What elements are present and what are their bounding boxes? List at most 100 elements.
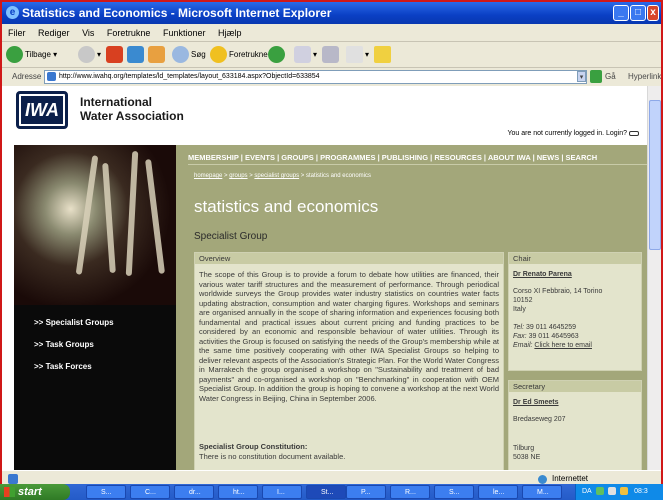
globe-icon: [538, 475, 547, 484]
page-status-icon: [8, 474, 18, 484]
email-link[interactable]: Click here to email: [534, 342, 592, 349]
start-button[interactable]: start: [0, 484, 70, 500]
menu-favorites[interactable]: Foretrukne: [107, 28, 151, 38]
menu-file[interactable]: Filer: [8, 28, 26, 38]
menu-help[interactable]: Hjælp: [218, 28, 242, 38]
chair-name-link[interactable]: Dr Renato Parena: [513, 270, 637, 279]
scrollbar-thumb[interactable]: [649, 100, 661, 250]
overview-text: The scope of this Group is to provide a …: [199, 270, 499, 403]
refresh-button[interactable]: [127, 46, 146, 64]
secretary-address-line3: 5038 NE: [513, 454, 541, 461]
menu-edit[interactable]: Rediger: [38, 28, 70, 38]
secretary-heading: Secretary: [509, 381, 641, 392]
vertical-scrollbar[interactable]: [647, 86, 661, 470]
back-button[interactable]: Tilbage ▾: [6, 46, 57, 64]
nav-resources[interactable]: RESOURCES: [434, 153, 482, 162]
maximize-button[interactable]: □: [630, 5, 646, 21]
back-arrow-icon: [6, 46, 23, 64]
web-page: IWA International Water Association You …: [2, 86, 647, 470]
history-icon: [268, 46, 285, 64]
edit-button[interactable]: ▾: [346, 46, 369, 64]
menu-tools[interactable]: Funktioner: [163, 28, 206, 38]
menu-view[interactable]: Vis: [82, 28, 94, 38]
go-button[interactable]: Gå: [605, 68, 616, 86]
nav-search[interactable]: SEARCH: [566, 153, 598, 162]
top-nav: MEMBERSHIP | EVENTS | GROUPS | PROGRAMME…: [188, 151, 647, 165]
login-status[interactable]: You are not currently logged in. Login?: [507, 130, 639, 137]
address-dropdown-arrow[interactable]: ▾: [577, 71, 586, 82]
tray-icon[interactable]: [620, 487, 629, 496]
history-button[interactable]: [268, 46, 287, 64]
address-label: Adresse: [12, 72, 42, 81]
minimize-button[interactable]: _: [613, 5, 629, 21]
nav-news[interactable]: NEWS: [537, 153, 560, 162]
nav-task-groups[interactable]: >> Task Groups: [34, 340, 114, 349]
stop-button[interactable]: [106, 46, 125, 64]
org-name: International Water Association: [80, 95, 184, 123]
chair-address-line2: 10152: [513, 297, 533, 304]
search-icon: [172, 46, 189, 64]
nav-task-forces[interactable]: >> Task Forces: [34, 362, 114, 371]
taskbar-item[interactable]: dr...: [174, 485, 214, 499]
print-icon: [322, 46, 339, 64]
left-nav: >> Specialist Groups >> Task Groups >> T…: [34, 318, 114, 384]
taskbar-item[interactable]: C...: [130, 485, 170, 499]
left-column: >> Specialist Groups >> Task Groups >> T…: [14, 145, 176, 470]
header-photo: [14, 145, 176, 305]
nav-programmes[interactable]: PROGRAMMES: [320, 153, 375, 162]
page-title: statistics and economics: [194, 197, 379, 216]
taskbar-item[interactable]: I...: [262, 485, 302, 499]
close-button[interactable]: x: [647, 5, 659, 21]
address-input[interactable]: http://www.iwahq.org/templates/ld_templa…: [44, 70, 587, 84]
menu-bar: Filer Rediger Vis Foretrukne Funktioner …: [2, 24, 661, 42]
nav-specialist-groups[interactable]: >> Specialist Groups: [34, 318, 114, 327]
taskbar-item[interactable]: S...: [434, 485, 474, 499]
crumb-specialist-groups[interactable]: specialist groups: [254, 173, 299, 179]
chair-address-line3: Italy: [513, 306, 526, 313]
taskbar-item[interactable]: ht...: [218, 485, 258, 499]
chair-email: Email: Click here to email: [513, 342, 592, 349]
nav-events[interactable]: EVENTS: [245, 153, 275, 162]
taskbar: start S... C... dr... ht... I... St... P…: [0, 484, 663, 500]
taskbar-item-active[interactable]: St...: [306, 485, 346, 499]
tray-icon[interactable]: [596, 487, 605, 496]
chair-address-line1: Corso XI Febbraio, 14 Torino: [513, 288, 603, 295]
search-button[interactable]: Søg: [172, 46, 206, 64]
iwa-logo[interactable]: IWA: [16, 91, 68, 129]
refresh-icon: [127, 46, 144, 64]
nav-membership[interactable]: MEMBERSHIP: [188, 153, 239, 162]
nav-groups[interactable]: GROUPS: [281, 153, 314, 162]
address-bar: Adresse http://www.iwahq.org/templates/l…: [2, 68, 661, 86]
links-button[interactable]: Hyperlinks: [628, 68, 661, 86]
language-indicator[interactable]: DA: [582, 488, 591, 495]
stop-icon: [106, 46, 123, 64]
taskbar-item[interactable]: S...: [86, 485, 126, 499]
constitution-section: Specialist Group Constitution: There is …: [199, 442, 345, 461]
key-icon: [629, 130, 639, 136]
tray-icon[interactable]: [608, 487, 617, 496]
overview-heading: Overview: [195, 253, 503, 264]
nav-publishing[interactable]: PUBLISHING: [382, 153, 428, 162]
secretary-name-link[interactable]: Dr Ed Smeets: [513, 398, 637, 407]
taskbar-item[interactable]: le...: [478, 485, 518, 499]
window-title: Statistics and Economics - Microsoft Int…: [22, 6, 332, 20]
folder-button[interactable]: [374, 46, 393, 64]
toolbar: Tilbage ▾ ▾ Søg Foretrukne ▾ ▾: [2, 42, 661, 68]
crumb-groups[interactable]: groups: [229, 173, 247, 179]
mail-button[interactable]: ▾: [294, 46, 317, 64]
go-arrow-icon[interactable]: [590, 70, 602, 83]
forward-button[interactable]: ▾: [78, 46, 101, 64]
favorites-button[interactable]: Foretrukne: [210, 46, 268, 64]
crumb-homepage[interactable]: homepage: [194, 173, 222, 179]
taskbar-item[interactable]: M...: [522, 485, 562, 499]
home-button[interactable]: [148, 46, 167, 64]
taskbar-item[interactable]: R...: [390, 485, 430, 499]
folder-icon: [374, 46, 391, 64]
page-icon: [47, 72, 56, 81]
nav-about-iwa[interactable]: ABOUT IWA: [488, 153, 531, 162]
chair-box: Chair Dr Renato Parena Corso XI Febbraio…: [508, 252, 642, 371]
star-icon: [210, 46, 227, 64]
secretary-address-line1: Bredaseweg 207: [513, 416, 566, 423]
taskbar-item[interactable]: P...: [346, 485, 386, 499]
print-button[interactable]: [322, 46, 341, 64]
